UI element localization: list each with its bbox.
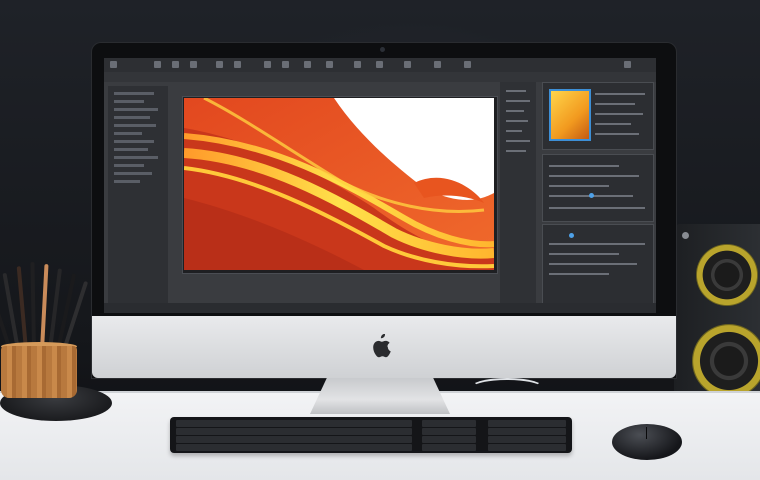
menu-icon[interactable] bbox=[110, 61, 117, 68]
numpad-row[interactable] bbox=[488, 436, 566, 443]
numpad-row[interactable] bbox=[488, 428, 566, 435]
key-row[interactable] bbox=[422, 420, 476, 427]
menu-icon[interactable] bbox=[624, 61, 631, 68]
menu-icon[interactable] bbox=[464, 61, 471, 68]
tool-row[interactable] bbox=[506, 140, 530, 142]
camera-icon bbox=[380, 47, 385, 52]
abstract-swirl-artwork bbox=[184, 98, 494, 270]
keyboard[interactable] bbox=[170, 417, 572, 453]
menu-icon[interactable] bbox=[304, 61, 311, 68]
property-row bbox=[549, 253, 619, 255]
cable bbox=[470, 378, 544, 398]
numpad-row[interactable] bbox=[488, 444, 566, 451]
pencil bbox=[40, 264, 49, 351]
layer-row[interactable] bbox=[114, 124, 156, 127]
layer-row[interactable] bbox=[114, 164, 144, 167]
menu-icon[interactable] bbox=[404, 61, 411, 68]
menu-bar bbox=[104, 58, 656, 73]
key-row[interactable] bbox=[422, 428, 476, 435]
mouse-button-divider bbox=[646, 427, 647, 439]
pencil bbox=[30, 261, 36, 351]
artwork-canvas[interactable] bbox=[184, 98, 494, 270]
slider-handle[interactable] bbox=[589, 193, 594, 198]
layer-row[interactable] bbox=[114, 100, 144, 103]
adjustment-row bbox=[549, 207, 645, 209]
speaker-woofer bbox=[692, 324, 760, 398]
menu-icon[interactable] bbox=[282, 61, 289, 68]
adjustment-row bbox=[549, 185, 609, 187]
layer-row[interactable] bbox=[114, 180, 140, 183]
tool-row[interactable] bbox=[506, 100, 530, 102]
layer-row[interactable] bbox=[114, 132, 142, 135]
menu-icon[interactable] bbox=[264, 61, 271, 68]
status-bar bbox=[104, 303, 656, 313]
mouse[interactable] bbox=[612, 424, 682, 460]
menu-icon[interactable] bbox=[216, 61, 223, 68]
layer-row[interactable] bbox=[114, 140, 154, 143]
layer-row[interactable] bbox=[114, 156, 158, 159]
preview-thumbnail[interactable] bbox=[549, 89, 591, 141]
menu-icon[interactable] bbox=[172, 61, 179, 68]
pencil bbox=[16, 266, 28, 351]
key-row[interactable] bbox=[176, 444, 412, 451]
layer-row[interactable] bbox=[114, 116, 150, 119]
options-bar bbox=[104, 72, 656, 82]
property-row bbox=[595, 93, 645, 95]
adjustments-panel bbox=[542, 154, 654, 222]
menu-icon[interactable] bbox=[326, 61, 333, 68]
tool-row[interactable] bbox=[506, 120, 528, 122]
property-row bbox=[595, 123, 631, 125]
layer-row[interactable] bbox=[114, 92, 154, 95]
layer-row[interactable] bbox=[114, 148, 148, 151]
pencil-cup bbox=[1, 346, 77, 398]
key-row[interactable] bbox=[176, 428, 412, 435]
numpad-row[interactable] bbox=[488, 420, 566, 427]
adjustment-row bbox=[549, 175, 639, 177]
adjustment-row bbox=[549, 165, 619, 167]
menu-icon[interactable] bbox=[154, 61, 161, 68]
tool-row[interactable] bbox=[506, 90, 526, 92]
property-row bbox=[549, 243, 645, 245]
menu-icon[interactable] bbox=[434, 61, 441, 68]
menu-icon[interactable] bbox=[190, 61, 197, 68]
key-row[interactable] bbox=[422, 436, 476, 443]
menu-icon[interactable] bbox=[354, 61, 361, 68]
layers-panel bbox=[108, 86, 168, 308]
property-row bbox=[595, 113, 643, 115]
screen bbox=[104, 58, 656, 313]
monitor-stand bbox=[310, 378, 450, 414]
preview-panel bbox=[542, 82, 654, 150]
menu-icon[interactable] bbox=[234, 61, 241, 68]
key-row[interactable] bbox=[422, 444, 476, 451]
layer-row[interactable] bbox=[114, 108, 158, 111]
slider-handle[interactable] bbox=[569, 233, 574, 238]
property-row bbox=[595, 103, 635, 105]
speaker-screw bbox=[682, 232, 689, 239]
layer-row[interactable] bbox=[114, 172, 152, 175]
speaker-tweeter bbox=[696, 244, 758, 306]
tool-row[interactable] bbox=[506, 110, 524, 112]
properties-panel bbox=[542, 224, 654, 304]
key-row[interactable] bbox=[176, 436, 412, 443]
apple-logo-icon bbox=[373, 334, 391, 358]
key-row[interactable] bbox=[176, 420, 412, 427]
tool-row[interactable] bbox=[506, 150, 526, 152]
property-row bbox=[549, 273, 609, 275]
tools-column bbox=[500, 82, 536, 308]
property-row bbox=[595, 133, 639, 135]
property-row bbox=[549, 263, 637, 265]
tool-row[interactable] bbox=[506, 130, 522, 132]
menu-icon[interactable] bbox=[376, 61, 383, 68]
